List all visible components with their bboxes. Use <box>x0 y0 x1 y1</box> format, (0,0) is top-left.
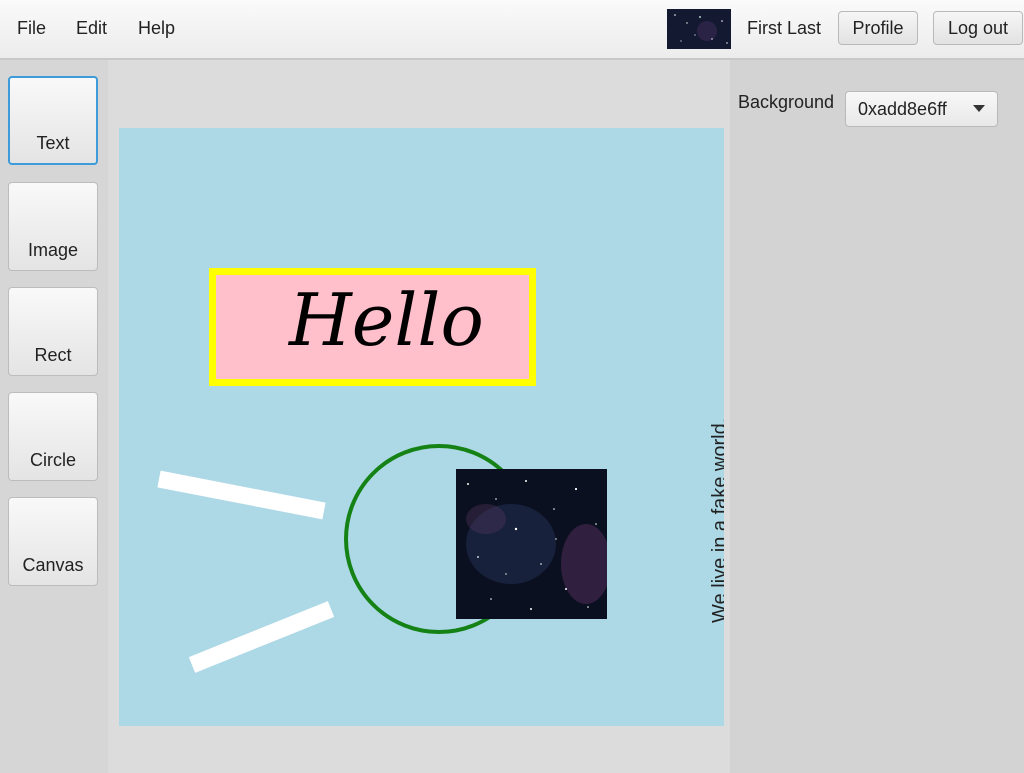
menu-edit[interactable]: Edit <box>76 18 107 39</box>
profile-button[interactable]: Profile <box>838 11 918 45</box>
chevron-down-icon <box>973 105 985 112</box>
tool-image-button[interactable]: Image <box>8 182 98 271</box>
tool-rect-button[interactable]: Rect <box>8 287 98 376</box>
properties-panel <box>730 60 1024 773</box>
canvas-shapes <box>157 444 534 673</box>
menu-file[interactable]: File <box>17 18 46 39</box>
user-name: First Last <box>747 18 822 38</box>
menu-help[interactable]: Help <box>138 18 175 39</box>
tool-circle-button[interactable]: Circle <box>8 392 98 481</box>
starfield-image[interactable] <box>456 469 607 619</box>
background-label: Background <box>738 92 835 112</box>
drawing-canvas[interactable]: Hello We live in a fake world. <box>119 128 724 726</box>
logout-button[interactable]: Log out <box>933 11 1023 45</box>
background-color-value: 0xadd8e6ff <box>858 99 947 119</box>
menu-bar: File Edit Help First Last Profile Log ou… <box>0 0 1024 60</box>
white-line-lower[interactable] <box>188 601 335 673</box>
user-thumbnail-image <box>667 9 731 49</box>
tool-canvas-button[interactable]: Canvas <box>8 497 98 586</box>
white-line-upper[interactable] <box>157 470 326 520</box>
tool-text-button[interactable]: Text <box>8 76 98 165</box>
background-color-dropdown[interactable]: 0xadd8e6ff <box>845 91 998 127</box>
vertical-text[interactable]: We live in a fake world. <box>709 418 724 623</box>
